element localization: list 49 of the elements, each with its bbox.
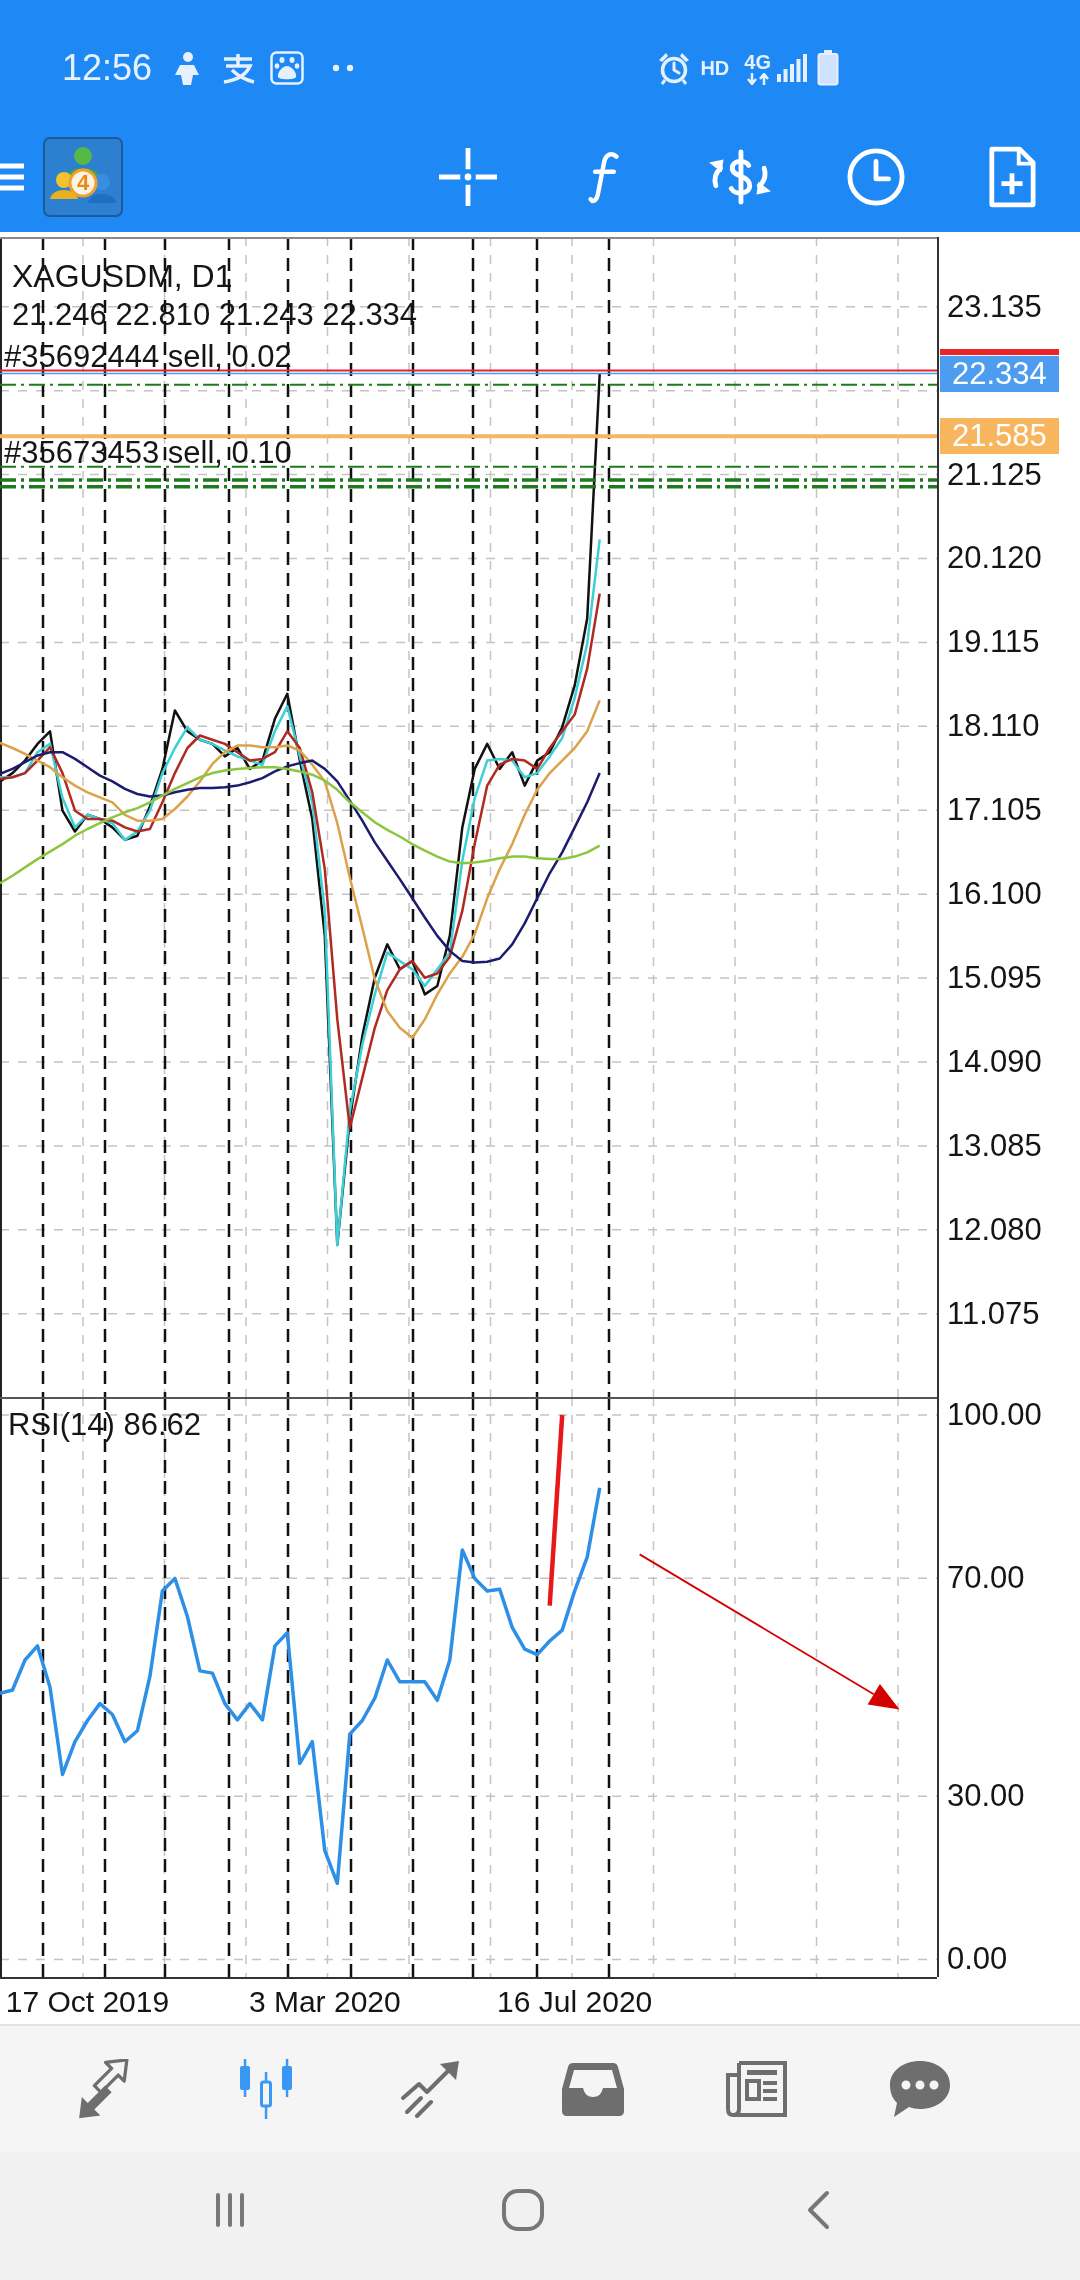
ohlc-values: 21.246 22.810 21.243 22.334 xyxy=(12,297,418,333)
more-notifications-icon xyxy=(332,64,355,72)
price-axis-label: 20.120 xyxy=(947,540,1042,577)
price-axis-label: 19.115 xyxy=(947,624,1040,661)
date-axis-label: 16 Jul 2020 xyxy=(497,1984,653,2020)
chart-title: XAGUSDM, D1 xyxy=(12,257,233,295)
candlestick-icon[interactable] xyxy=(238,2058,295,2120)
network-type: 4G xyxy=(744,51,771,73)
home-icon[interactable] xyxy=(501,2188,545,2232)
data-activity-icon xyxy=(745,73,770,85)
indicator-title: RSI(14) 86.62 xyxy=(8,1407,201,1443)
rsi-axis-label: 0.00 xyxy=(947,1941,1008,1977)
newspaper-icon[interactable] xyxy=(724,2059,789,2119)
price-axis-label: 12.080 xyxy=(947,1211,1042,1248)
hd-indicator: HD xyxy=(700,57,730,79)
rsi-axis-label: 100.00 xyxy=(947,1397,1042,1433)
price-axis-label: 17.105 xyxy=(947,792,1042,829)
inbox-tray-icon[interactable] xyxy=(561,2061,626,2117)
function-icon[interactable] xyxy=(588,149,620,205)
person-icon xyxy=(174,51,201,85)
signal-icon xyxy=(777,54,807,82)
price-axis-label: 13.085 xyxy=(947,1127,1042,1164)
price-axis-label: 21.125 xyxy=(947,456,1042,493)
bid-price-label: 22.334 xyxy=(940,355,1059,392)
rsi-axis-label: 70.00 xyxy=(947,1560,1025,1597)
clock-time: 12:56 xyxy=(62,47,153,89)
date-axis-label: 17 Oct 2019 xyxy=(5,1984,170,2020)
menu-icon[interactable] xyxy=(0,162,26,192)
price-axis-label: 11.075 xyxy=(947,1295,1040,1332)
alarm-icon xyxy=(657,51,692,85)
app-logo-icon[interactable] xyxy=(43,137,123,217)
chat-icon[interactable] xyxy=(887,2059,952,2119)
rising-line-icon[interactable] xyxy=(398,2060,461,2118)
dollar-arrows-icon[interactable] xyxy=(706,147,774,207)
price-axis-label: 16.100 xyxy=(947,876,1042,913)
price-axis-label: 18.110 xyxy=(947,708,1040,745)
battery-icon xyxy=(817,50,839,86)
paw-icon xyxy=(270,51,305,85)
new-document-icon[interactable] xyxy=(988,146,1036,208)
logo-number: 4 xyxy=(75,170,91,196)
date-axis-label: 3 Mar 2020 xyxy=(248,1984,401,2020)
price-axis-label: 23.135 xyxy=(947,288,1042,325)
price-axis-label: 14.090 xyxy=(947,1044,1042,1080)
back-icon[interactable] xyxy=(805,2190,831,2230)
rsi-axis-label: 30.00 xyxy=(947,1778,1025,1815)
crosshair-icon[interactable] xyxy=(439,148,497,206)
level-price-label: 21.585 xyxy=(940,418,1059,455)
clock-icon[interactable] xyxy=(847,148,905,206)
price-axis-label: 15.095 xyxy=(947,960,1042,997)
